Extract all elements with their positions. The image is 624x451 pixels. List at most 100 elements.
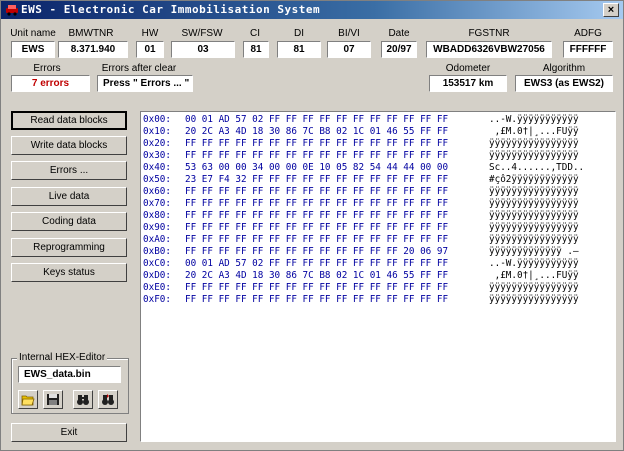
hex-row-bytes[interactable]: 20 2C A3 4D 18 30 86 7C B8 02 1C 01 46 5…: [185, 270, 448, 282]
hex-row-address: 0xE0:: [143, 282, 171, 293]
save-file-button[interactable]: [43, 390, 63, 409]
hex-row[interactable]: 0xC0: 00 01 AD 57 02 FF FF FF FF FF FF FF…: [143, 258, 579, 270]
hex-row-ascii[interactable]: ,£M.0†|¸...FUÿÿ: [489, 126, 579, 138]
hex-row[interactable]: 0x70: FF FF FF FF FF FF FF FF FF FF FF FF…: [143, 198, 579, 210]
hex-row-bytes[interactable]: FF FF FF FF FF FF FF FF FF FF FF FF FF F…: [185, 222, 448, 234]
hex-row-ascii[interactable]: ,£M.0†|¸...FUÿÿ: [489, 270, 579, 282]
hex-row-bytes[interactable]: FF FF FF FF FF FF FF FF FF FF FF FF FF F…: [185, 234, 448, 246]
hex-row[interactable]: 0x50: 23 E7 F4 32 FF FF FF FF FF FF FF FF…: [143, 174, 579, 186]
hw-field[interactable]: 01: [136, 41, 164, 58]
hex-row[interactable]: 0x80: FF FF FF FF FF FF FF FF FF FF FF FF…: [143, 210, 579, 222]
hex-row[interactable]: 0x30: FF FF FF FF FF FF FF FF FF FF FF FF…: [143, 150, 579, 162]
bmwtnr-label: BMWTNR: [68, 28, 114, 39]
window-title: EWS - Electronic Car Immobilisation Syst…: [21, 3, 321, 16]
keys-status-button[interactable]: Keys status: [11, 263, 127, 282]
hex-row-address: 0x40:: [143, 162, 171, 173]
live-data-button[interactable]: Live data: [11, 187, 127, 206]
errors-after-clear-field[interactable]: Press " Errors ... ": [97, 75, 193, 92]
hw-label: HW: [141, 28, 159, 39]
hex-row-ascii[interactable]: ÿÿÿÿÿÿÿÿÿÿÿÿÿÿÿÿ: [489, 186, 579, 198]
hex-row[interactable]: 0x00: 00 01 AD 57 02 FF FF FF FF FF FF FF…: [143, 114, 579, 126]
hex-row-ascii[interactable]: ..-W.ÿÿÿÿÿÿÿÿÿÿÿ: [489, 114, 579, 126]
algorithm-field[interactable]: EWS3 (as EWS2): [515, 75, 613, 92]
hex-row[interactable]: 0x60: FF FF FF FF FF FF FF FF FF FF FF FF…: [143, 186, 579, 198]
errors-field[interactable]: 7 errors: [11, 75, 90, 92]
hex-row-bytes[interactable]: FF FF FF FF FF FF FF FF FF FF FF FF FF F…: [185, 282, 448, 294]
hex-row[interactable]: 0x40: 53 63 00 00 34 00 00 0E 10 05 82 54…: [143, 162, 584, 174]
date-label: Date: [388, 28, 410, 39]
unit-name-label: Unit name: [10, 28, 56, 39]
hex-row-ascii[interactable]: ..-W.ÿÿÿÿÿÿÿÿÿÿÿ: [489, 258, 579, 270]
hex-row-address: 0x60:: [143, 186, 171, 197]
odometer-field[interactable]: 153517 km: [429, 75, 507, 92]
adfg-field[interactable]: FFFFFF: [563, 41, 613, 58]
hex-row[interactable]: 0xD0: 20 2C A3 4D 18 30 86 7C B8 02 1C 01…: [143, 270, 579, 282]
hex-row-address: 0x90:: [143, 222, 171, 233]
di-field[interactable]: 81: [277, 41, 321, 58]
errors-after-clear-label: Errors after clear: [101, 63, 177, 74]
hex-row-bytes[interactable]: FF FF FF FF FF FF FF FF FF FF FF FF FF F…: [185, 186, 448, 198]
hex-row-ascii[interactable]: ÿÿÿÿÿÿÿÿÿÿÿÿÿÿÿÿ: [489, 282, 579, 294]
hex-row[interactable]: 0x90: FF FF FF FF FF FF FF FF FF FF FF FF…: [143, 222, 579, 234]
hex-row-bytes[interactable]: FF FF FF FF FF FF FF FF FF FF FF FF FF 2…: [185, 246, 448, 258]
hex-row-ascii[interactable]: #çô2ÿÿÿÿÿÿÿÿÿÿÿÿ: [489, 174, 579, 186]
find-button[interactable]: [73, 390, 93, 409]
hex-row-ascii[interactable]: ÿÿÿÿÿÿÿÿÿÿÿÿÿÿÿÿ: [489, 210, 579, 222]
hex-row-bytes[interactable]: FF FF FF FF FF FF FF FF FF FF FF FF FF F…: [185, 198, 448, 210]
hex-row-bytes[interactable]: 23 E7 F4 32 FF FF FF FF FF FF FF FF FF F…: [185, 174, 448, 186]
hex-row-bytes[interactable]: FF FF FF FF FF FF FF FF FF FF FF FF FF F…: [185, 150, 448, 162]
binoculars-icon: [77, 395, 89, 405]
hex-row-address: 0x80:: [143, 210, 171, 221]
hex-row-bytes[interactable]: FF FF FF FF FF FF FF FF FF FF FF FF FF F…: [185, 294, 448, 306]
hex-row[interactable]: 0xF0: FF FF FF FF FF FF FF FF FF FF FF FF…: [143, 294, 579, 306]
hex-row-ascii[interactable]: ÿÿÿÿÿÿÿÿÿÿÿÿÿÿÿÿ: [489, 198, 579, 210]
bi-vi-field[interactable]: 07: [327, 41, 371, 58]
hex-row-ascii[interactable]: ÿÿÿÿÿÿÿÿÿÿÿÿÿ .—: [489, 246, 579, 258]
hex-row-ascii[interactable]: ÿÿÿÿÿÿÿÿÿÿÿÿÿÿÿÿ: [489, 222, 579, 234]
bmwtnr-field[interactable]: 8.371.940: [58, 41, 128, 58]
hex-row-ascii[interactable]: ÿÿÿÿÿÿÿÿÿÿÿÿÿÿÿÿ: [489, 234, 579, 246]
hex-row-ascii[interactable]: Sc..4......‚TDD..: [489, 162, 584, 174]
hex-dump-pane[interactable]: 0x00: 00 01 AD 57 02 FF FF FF FF FF FF FF…: [140, 111, 616, 442]
find-next-button[interactable]: [98, 390, 118, 409]
hex-row[interactable]: 0xB0: FF FF FF FF FF FF FF FF FF FF FF FF…: [143, 246, 579, 258]
hex-row[interactable]: 0xE0: FF FF FF FF FF FF FF FF FF FF FF FF…: [143, 282, 579, 294]
hex-row-address: 0xF0:: [143, 294, 171, 305]
binoculars-next-icon: [102, 394, 114, 405]
write-data-blocks-button[interactable]: Write data blocks: [11, 136, 127, 155]
read-data-blocks-button[interactable]: Read data blocks: [11, 111, 127, 130]
save-disk-icon: [47, 394, 59, 405]
close-icon: ×: [607, 4, 615, 16]
hex-row-address: 0x00:: [143, 114, 171, 125]
hex-row-address: 0xC0:: [143, 258, 171, 269]
hex-row-bytes[interactable]: 20 2C A3 4D 18 30 86 7C B8 02 1C 01 46 5…: [185, 126, 448, 138]
reprogramming-button[interactable]: Reprogramming: [11, 238, 127, 257]
hex-row[interactable]: 0x20: FF FF FF FF FF FF FF FF FF FF FF FF…: [143, 138, 579, 150]
hex-row-bytes[interactable]: FF FF FF FF FF FF FF FF FF FF FF FF FF F…: [185, 138, 448, 150]
hex-row-bytes[interactable]: 53 63 00 00 34 00 00 0E 10 05 82 54 44 4…: [185, 162, 448, 174]
close-button[interactable]: ×: [603, 3, 619, 17]
fgstnr-field[interactable]: WBADD6326VBW27056: [426, 41, 552, 58]
exit-button[interactable]: Exit: [11, 423, 127, 442]
hex-editor-group-label: Internal HEX-Editor: [17, 352, 108, 363]
hex-row-ascii[interactable]: ÿÿÿÿÿÿÿÿÿÿÿÿÿÿÿÿ: [489, 294, 579, 306]
hex-row-bytes[interactable]: 00 01 AD 57 02 FF FF FF FF FF FF FF FF F…: [185, 258, 448, 270]
open-file-button[interactable]: [18, 390, 38, 409]
hex-row[interactable]: 0xA0: FF FF FF FF FF FF FF FF FF FF FF FF…: [143, 234, 579, 246]
hex-row-ascii[interactable]: ÿÿÿÿÿÿÿÿÿÿÿÿÿÿÿÿ: [489, 150, 579, 162]
di-label: DI: [294, 28, 304, 39]
hex-row-bytes[interactable]: FF FF FF FF FF FF FF FF FF FF FF FF FF F…: [185, 210, 448, 222]
adfg-label: ADFG: [574, 28, 602, 39]
hex-row-bytes[interactable]: 00 01 AD 57 02 FF FF FF FF FF FF FF FF F…: [185, 114, 448, 126]
hex-row[interactable]: 0x10: 20 2C A3 4D 18 30 86 7C B8 02 1C 01…: [143, 126, 579, 138]
date-field[interactable]: 20/97: [381, 41, 417, 58]
hex-row-address: 0xB0:: [143, 246, 171, 257]
unit-name-field[interactable]: EWS: [11, 41, 55, 58]
hex-row-address: 0xD0:: [143, 270, 171, 281]
coding-data-button[interactable]: Coding data: [11, 212, 127, 231]
hex-row-ascii[interactable]: ÿÿÿÿÿÿÿÿÿÿÿÿÿÿÿÿ: [489, 138, 579, 150]
hex-filename-field[interactable]: EWS_data.bin: [18, 366, 121, 383]
ci-field[interactable]: 81: [243, 41, 269, 58]
errors-button[interactable]: Errors ...: [11, 161, 127, 180]
sw-fsw-field[interactable]: 03: [171, 41, 235, 58]
